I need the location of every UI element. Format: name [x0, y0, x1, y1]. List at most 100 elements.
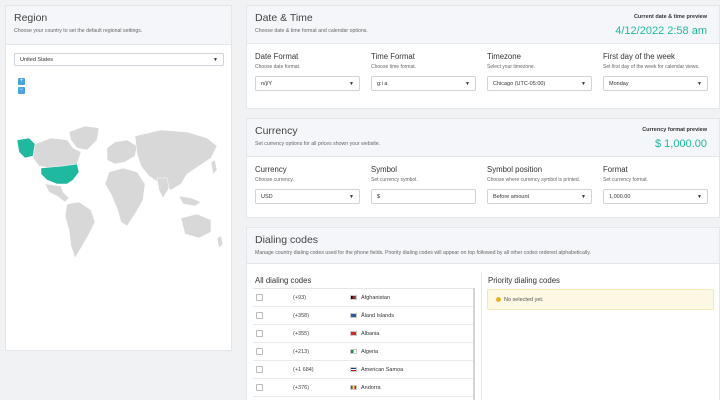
- symbol-position-label: Symbol position: [487, 165, 543, 174]
- first-day-select[interactable]: Monday ▼: [603, 76, 708, 91]
- timezone-value: Chicago (UTC-05:00): [493, 80, 546, 87]
- currency-preview: Currency format preview $ 1,000.00: [642, 127, 707, 150]
- timezone-select[interactable]: Chicago (UTC-05:00) ▼: [487, 76, 592, 91]
- priority-dialing-codes-title: Priority dialing codes: [488, 276, 560, 285]
- flag-icon: [350, 385, 357, 390]
- dialing-code-list[interactable]: (+93) Afghanistan (+358) Åland Islands (…: [253, 288, 473, 400]
- currency-select[interactable]: USD ▼: [255, 189, 360, 204]
- country-name: Andorra: [361, 384, 381, 391]
- symbol-position-desc: Choose where currency symbol is printed.: [487, 177, 581, 183]
- world-map[interactable]: [11, 118, 228, 268]
- symbol-position-field: Symbol position Choose where currency sy…: [487, 165, 592, 204]
- no-priority-notice: No selected yet.: [487, 289, 714, 310]
- currency-label: Currency: [255, 165, 287, 174]
- date-format-select[interactable]: n/j/Y ▼: [255, 76, 360, 91]
- datetime-header: Date & Time Choose date & time format an…: [247, 6, 719, 44]
- dialing-code: (+355): [293, 330, 310, 337]
- chevron-down-icon: ▼: [349, 80, 354, 87]
- flag-icon: [350, 313, 357, 318]
- currency-format-value: 1,000.00: [609, 193, 631, 200]
- flag-icon: [350, 367, 357, 372]
- dialing-codes-card: Dialing codes Manage country dialing cod…: [246, 227, 720, 400]
- symbol-label: Symbol: [371, 165, 397, 174]
- map-zoom-in-button[interactable]: +: [18, 78, 25, 85]
- checkbox[interactable]: [256, 312, 263, 319]
- currency-value: USD: [261, 193, 273, 200]
- chevron-down-icon: ▼: [349, 193, 354, 200]
- datetime-preview: Current date & time preview 4/12/2022 2:…: [615, 14, 707, 37]
- dialing-code: (+1 684): [293, 366, 314, 373]
- checkbox[interactable]: [256, 384, 263, 391]
- checkbox[interactable]: [256, 366, 263, 373]
- first-day-value: Monday: [609, 80, 629, 87]
- chevron-down-icon: ▼: [697, 193, 702, 200]
- dialing-description: Manage country dialing codes used for th…: [255, 250, 591, 256]
- first-day-label: First day of the week: [603, 52, 675, 61]
- list-item[interactable]: (+93) Afghanistan: [253, 289, 473, 307]
- country-name: American Samoa: [361, 366, 404, 373]
- chevron-down-icon: ▼: [581, 193, 586, 200]
- map-continent-south-america: [64, 201, 96, 259]
- list-item[interactable]: (+376) Andorra: [253, 379, 473, 397]
- map-region-southeast-asia: [178, 195, 202, 207]
- currency-preview-label: Currency format preview: [642, 127, 707, 133]
- time-format-label: Time Format: [371, 52, 415, 61]
- map-zoom-out-button[interactable]: −: [18, 87, 25, 94]
- country-select[interactable]: United States ▼: [14, 53, 224, 66]
- map-continent-europe: [106, 139, 138, 165]
- chevron-down-icon: ▼: [213, 56, 218, 63]
- region-description: Choose your country to set the default r…: [14, 28, 143, 34]
- map-country-australia: [180, 213, 212, 239]
- checkbox[interactable]: [256, 330, 263, 337]
- dialing-code: (+358): [293, 312, 310, 319]
- date-format-value: n/j/Y: [261, 80, 273, 87]
- map-country-japan: [210, 159, 218, 175]
- list-scrollbar[interactable]: [473, 288, 475, 400]
- region-header: Region Choose your country to set the de…: [6, 6, 231, 45]
- time-format-field: Time Format Choose time format. g:i a ▼: [371, 52, 476, 91]
- region-card: Region Choose your country to set the de…: [5, 5, 232, 351]
- info-icon: [496, 297, 501, 302]
- symbol-position-value: Before amount: [493, 193, 530, 200]
- datetime-preview-value: 4/12/2022 2:58 am: [615, 25, 707, 37]
- symbol-field: Symbol Set currency symbol. $: [371, 165, 476, 204]
- chevron-down-icon: ▼: [697, 80, 702, 87]
- symbol-desc: Set currency symbol.: [371, 177, 418, 183]
- timezone-desc: Select your timezone.: [487, 64, 536, 70]
- checkbox[interactable]: [256, 294, 263, 301]
- list-item[interactable]: (+213) Algeria: [253, 343, 473, 361]
- chevron-down-icon: ▼: [465, 80, 470, 87]
- map-country-alaska-selected: [16, 137, 36, 159]
- first-day-field: First day of the week Set first day of t…: [603, 52, 708, 91]
- list-item[interactable]: (+1 684) American Samoa: [253, 361, 473, 379]
- map-country-mexico: [44, 183, 70, 203]
- dialing-header: Dialing codes Manage country dialing cod…: [247, 228, 719, 264]
- date-format-desc: Choose date format.: [255, 64, 301, 70]
- symbol-input[interactable]: $: [371, 189, 476, 204]
- first-day-desc: Set first day of the week for calendar v…: [603, 64, 700, 70]
- list-item[interactable]: (+358) Åland Islands: [253, 307, 473, 325]
- symbol-position-select[interactable]: Before amount ▼: [487, 189, 592, 204]
- time-format-value: g:i a: [377, 80, 388, 87]
- datetime-card: Date & Time Choose date & time format an…: [246, 5, 720, 109]
- flag-icon: [350, 295, 357, 300]
- currency-header: Currency Set currency options for all pr…: [247, 119, 719, 157]
- country-name: Åland Islands: [361, 312, 395, 319]
- currency-format-select[interactable]: 1,000.00 ▼: [603, 189, 708, 204]
- dialing-title: Dialing codes: [255, 234, 319, 246]
- list-item[interactable]: (+355) Albania: [253, 325, 473, 343]
- map-continent-africa: [104, 167, 146, 227]
- currency-field: Currency Choose currency. USD ▼: [255, 165, 360, 204]
- checkbox[interactable]: [256, 348, 263, 355]
- date-format-field: Date Format Choose date format. n/j/Y ▼: [255, 52, 360, 91]
- flag-icon: [350, 331, 357, 336]
- map-country-greenland: [68, 125, 100, 151]
- map-country-india: [156, 177, 170, 199]
- time-format-select[interactable]: g:i a ▼: [371, 76, 476, 91]
- dialing-code: (+376): [293, 384, 310, 391]
- currency-desc: Choose currency.: [255, 177, 294, 183]
- chevron-down-icon: ▼: [581, 80, 586, 87]
- country-select-value: United States: [20, 56, 54, 63]
- map-continent-asia: [134, 129, 218, 191]
- no-priority-notice-text: No selected yet.: [504, 296, 544, 303]
